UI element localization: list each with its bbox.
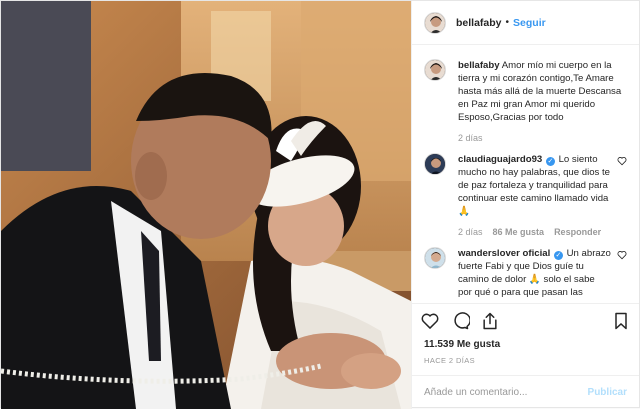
- comment-heart-icon[interactable]: [617, 156, 627, 166]
- comment-item: wanderslover oficial ✓ Un abrazo fuerte …: [424, 247, 627, 303]
- author-username[interactable]: bellafaby: [456, 17, 502, 29]
- commenter-avatar[interactable]: [424, 153, 446, 175]
- comment-username[interactable]: claudiaguajardo93: [458, 154, 542, 165]
- instagram-post: bellafaby • Seguir bellafaby Amor mío mi…: [0, 0, 640, 409]
- author-avatar[interactable]: [424, 59, 446, 81]
- likes-count[interactable]: 11.539 Me gusta: [412, 337, 639, 350]
- comment-time[interactable]: 2 días: [458, 133, 483, 143]
- comment-item: claudiaguajardo93 ✓ Lo siento mucho no h…: [424, 153, 627, 237]
- post-actions-bar: [412, 303, 639, 337]
- comment-icon[interactable]: [450, 311, 470, 331]
- heart-icon[interactable]: [420, 311, 440, 331]
- comment-input[interactable]: [424, 387, 588, 398]
- comments-list[interactable]: bellafaby Amor mío mi cuerpo en la tierr…: [412, 45, 639, 303]
- caption: bellafaby Amor mío mi cuerpo en la tierr…: [424, 59, 627, 143]
- post-side-panel: bellafaby • Seguir bellafaby Amor mío mi…: [411, 1, 639, 409]
- author-avatar[interactable]: [424, 11, 446, 34]
- comment-likes[interactable]: 86 Me gusta: [493, 227, 545, 237]
- bookmark-icon[interactable]: [611, 311, 631, 331]
- add-comment-bar: Publicar: [412, 375, 639, 409]
- post-header: bellafaby • Seguir: [412, 1, 639, 45]
- follow-button[interactable]: Seguir: [513, 17, 546, 29]
- post-photo[interactable]: [1, 1, 411, 409]
- verified-badge-icon: ✓: [545, 157, 555, 166]
- reply-button[interactable]: Responder: [554, 227, 601, 237]
- comment-username[interactable]: bellafaby: [458, 60, 500, 71]
- commenter-avatar[interactable]: [424, 247, 446, 269]
- comment-time[interactable]: 2 días: [458, 227, 483, 237]
- publish-button[interactable]: Publicar: [588, 387, 627, 398]
- comment-username[interactable]: wanderslover oficial: [458, 248, 550, 259]
- post-timestamp[interactable]: HACE 2 DÍAS: [412, 350, 639, 375]
- separator-dot: •: [505, 17, 510, 28]
- share-icon[interactable]: [480, 311, 500, 331]
- comment-heart-icon[interactable]: [617, 250, 627, 260]
- verified-badge-icon: ✓: [553, 251, 563, 260]
